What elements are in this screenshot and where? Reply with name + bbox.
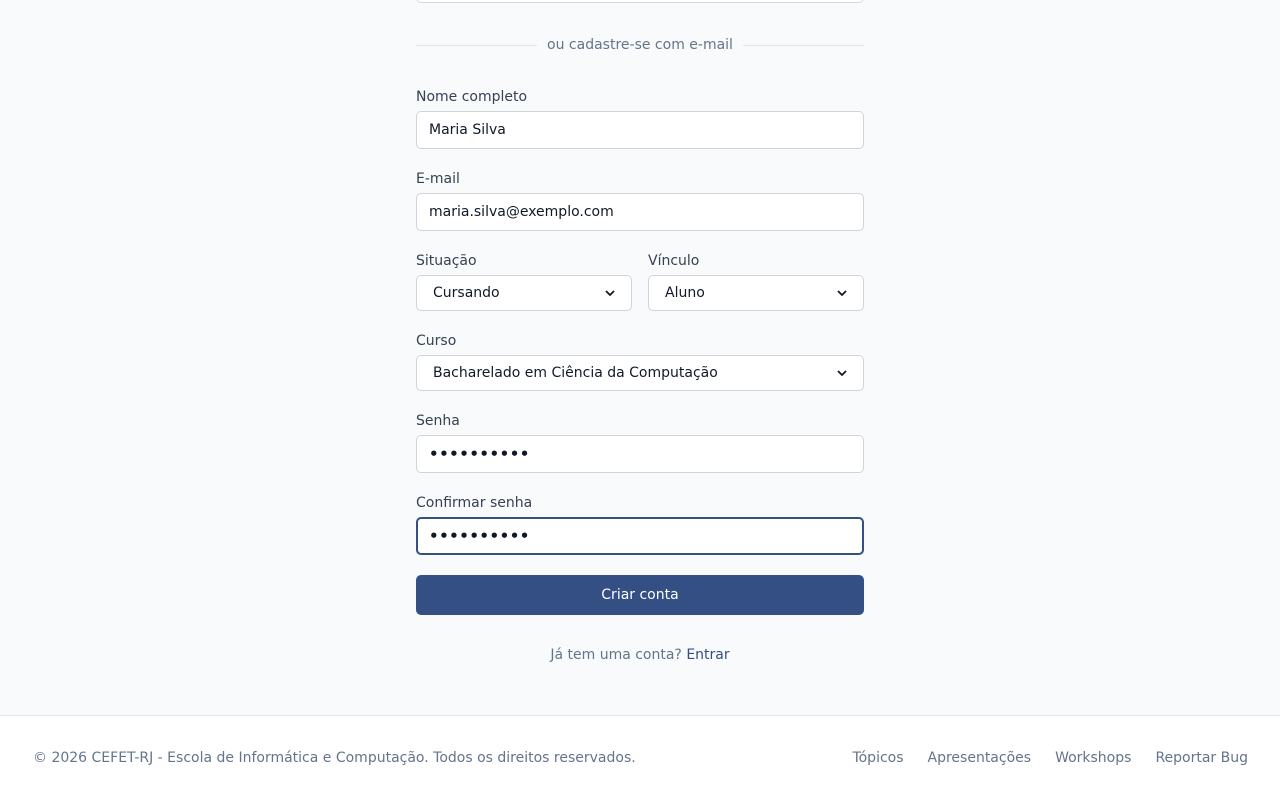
vinculo-select[interactable]: Aluno <box>648 275 864 311</box>
password-label: Senha <box>416 413 460 429</box>
name-value: Maria Silva <box>429 122 506 138</box>
confirm-password-label: Confirmar senha <box>416 495 533 511</box>
chevron-down-icon <box>837 370 847 377</box>
email-signup-divider: ou cadastre-se com e-mail <box>416 35 864 55</box>
email-label: E-mail <box>416 171 460 187</box>
confirm-password-input[interactable]: •••••••••• <box>416 517 864 555</box>
vinculo-label: Vínculo <box>648 253 700 269</box>
curso-label: Curso <box>416 333 457 349</box>
footer: © 2026 CEFET-RJ - Escola de Informática … <box>0 715 1280 800</box>
email-value: maria.silva@exemplo.com <box>429 204 614 220</box>
divider-text: ou cadastre-se com e-mail <box>547 37 733 53</box>
name-label: Nome completo <box>416 89 528 105</box>
login-link[interactable]: Entrar <box>686 647 729 663</box>
curso-selected: Bacharelado em Ciência da Computação <box>433 365 718 381</box>
footer-link-reportar-bug[interactable]: Reportar Bug <box>1155 750 1248 766</box>
curso-select[interactable]: Bacharelado em Ciência da Computação <box>416 355 864 391</box>
create-account-button[interactable]: Criar conta <box>416 575 864 615</box>
copyright-text: © 2026 CEFET-RJ - Escola de Informática … <box>33 750 636 766</box>
password-input[interactable]: •••••••••• <box>416 435 864 473</box>
divider-line-left <box>416 44 538 46</box>
vinculo-selected: Aluno <box>665 285 705 301</box>
password-value: •••••••••• <box>429 445 530 463</box>
name-input[interactable]: Maria Silva <box>416 111 864 149</box>
situacao-label: Situação <box>416 253 477 269</box>
social-signup-button[interactable] <box>416 0 864 3</box>
footer-link-topicos[interactable]: Tópicos <box>852 750 903 766</box>
login-prompt: Já tem uma conta? Entrar <box>416 647 864 667</box>
situacao-selected: Cursando <box>433 285 500 301</box>
footer-link-workshops[interactable]: Workshops <box>1055 750 1131 766</box>
login-prompt-text: Já tem uma conta? <box>550 647 682 663</box>
chevron-down-icon <box>837 290 847 297</box>
confirm-password-value: •••••••••• <box>429 527 530 545</box>
footer-link-apresentacoes[interactable]: Apresentações <box>928 750 1032 766</box>
chevron-down-icon <box>605 290 615 297</box>
email-input[interactable]: maria.silva@exemplo.com <box>416 193 864 231</box>
situacao-select[interactable]: Cursando <box>416 275 632 311</box>
signup-page: ou cadastre-se com e-mail Nome completo … <box>0 0 1280 800</box>
divider-line-right <box>742 44 864 46</box>
footer-nav: Tópicos Apresentações Workshops Reportar… <box>852 750 1248 766</box>
